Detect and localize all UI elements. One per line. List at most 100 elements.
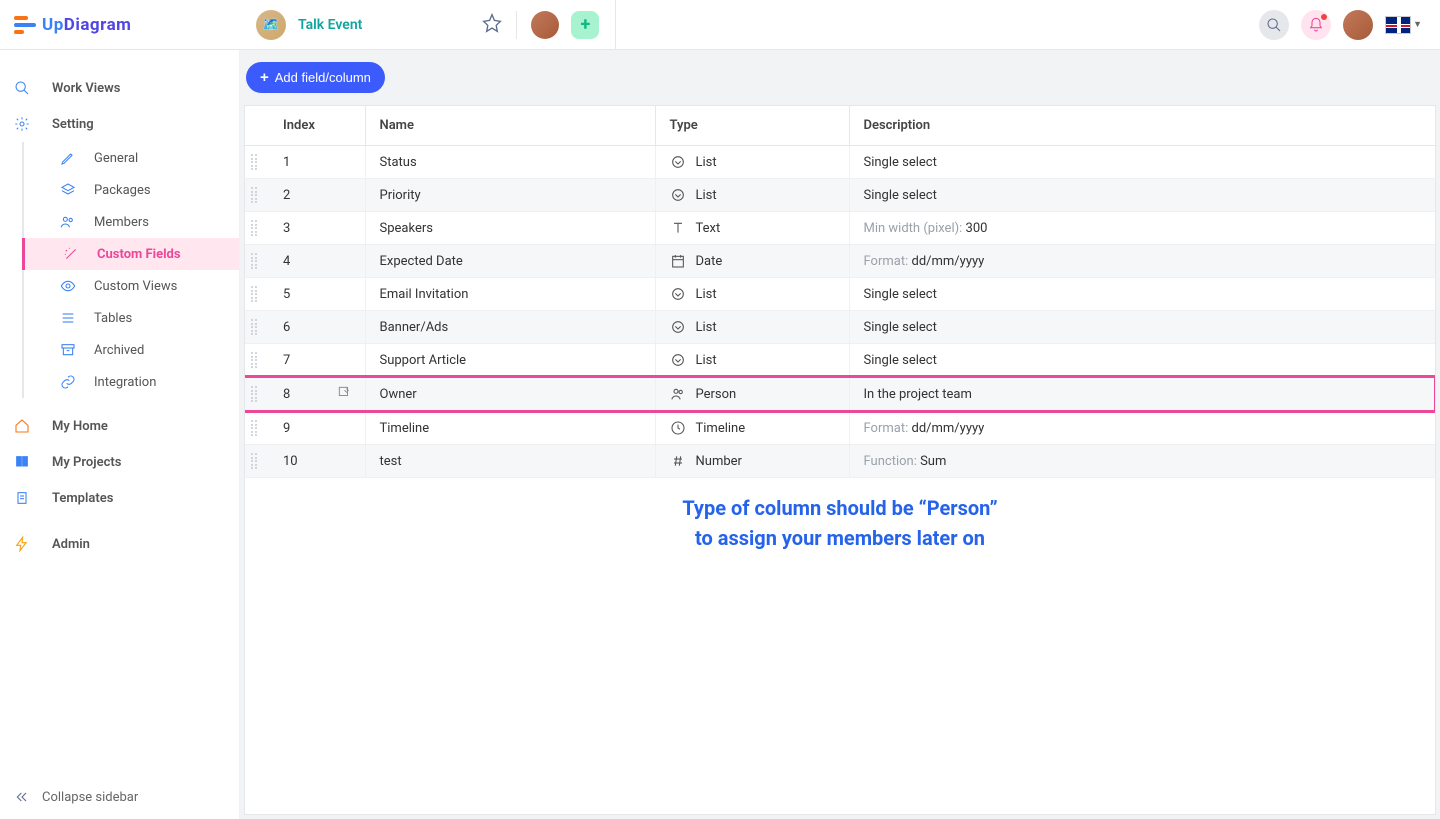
th-name[interactable]: Name [365,106,655,146]
table-row[interactable]: 7Support ArticleListSingle select [245,344,1435,377]
cell-description: Single select [849,278,1435,311]
flag-uk-icon [1385,16,1411,34]
sidebar-item-custom-views[interactable]: Custom Views [24,270,239,302]
cell-description: Format: dd/mm/yyyy [849,412,1435,445]
cell-name: Banner/Ads [365,311,655,344]
sidebar-item-packages[interactable]: Packages [24,174,239,206]
sidebar-item-tables[interactable]: Tables [24,302,239,334]
cell-index: 1 [269,146,365,179]
notification-dot-icon [1321,14,1327,20]
sidebar-label: General [94,151,138,166]
sidebar-item-admin[interactable]: Admin [0,526,239,562]
cell-type: List [655,146,849,179]
drag-handle[interactable] [245,311,269,344]
add-field-label: Add field/column [275,70,371,85]
sidebar-item-myprojects[interactable]: My Projects [0,444,239,480]
sidebar-label: Work Views [52,81,120,96]
project-title[interactable]: Talk Event [298,17,362,33]
logo[interactable]: UpDiagram [0,0,240,49]
sidebar-item-members[interactable]: Members [24,206,239,238]
drag-handle[interactable] [245,146,269,179]
project-avatar[interactable]: 🗺️ [256,10,286,40]
sidebar-label: My Projects [52,455,121,470]
plus-icon: + [260,69,269,86]
drag-handle[interactable] [245,245,269,278]
collapse-sidebar-button[interactable]: Collapse sidebar [0,775,239,819]
sidebar-label: Members [94,215,149,230]
drag-handle[interactable] [245,212,269,245]
table-row[interactable]: 6Banner/AdsListSingle select [245,311,1435,344]
custom-fields-table: Index Name Type Description 1StatusListS… [244,105,1436,815]
drag-handle[interactable] [245,377,269,412]
table-row[interactable]: 3SpeakersTextMin width (pixel): 300 [245,212,1435,245]
cell-index: 7 [269,344,365,377]
sidebar-label: Custom Views [94,279,177,294]
language-switcher[interactable]: ▼ [1385,16,1422,34]
add-member-button[interactable]: + [571,11,599,39]
cell-name: Support Article [365,344,655,377]
cell-description: Min width (pixel): 300 [849,212,1435,245]
annotation-text: Type of column should be “Person” to ass… [245,493,1435,553]
cell-index: 6 [269,311,365,344]
cell-description: Format: dd/mm/yyyy [849,245,1435,278]
cell-index: 9 [269,412,365,445]
drag-handle[interactable] [245,344,269,377]
add-field-button[interactable]: + Add field/column [246,62,385,93]
search-button[interactable] [1259,10,1289,40]
sidebar-item-templates[interactable]: Templates [0,480,239,516]
cell-type: Timeline [655,412,849,445]
gear-icon [14,116,52,132]
cell-type: Date [655,245,849,278]
cell-index: 4 [269,245,365,278]
cell-description: Single select [849,344,1435,377]
number-icon [670,453,686,469]
person-icon [670,386,686,402]
timeline-icon [670,420,686,436]
table-row[interactable]: 5Email InvitationListSingle select [245,278,1435,311]
table-row[interactable]: 9TimelineTimelineFormat: dd/mm/yyyy [245,412,1435,445]
sidebar-item-myhome[interactable]: My Home [0,408,239,444]
table-row[interactable]: 4Expected DateDateFormat: dd/mm/yyyy [245,245,1435,278]
table-icon [60,310,94,326]
sidebar-item-workviews[interactable]: Work Views [0,70,239,106]
th-type[interactable]: Type [655,106,849,146]
sidebar-item-integration[interactable]: Integration [24,366,239,398]
chevron-down-icon: ▼ [1413,19,1422,30]
divider [516,11,517,39]
sidebar-item-general[interactable]: General [24,142,239,174]
user-avatar[interactable] [1343,10,1373,40]
drag-handle[interactable] [245,179,269,212]
th-index[interactable]: Index [269,106,365,146]
bolt-icon [14,536,52,552]
logo-mark-icon [14,16,36,34]
layers-icon [60,182,94,198]
sidebar-item-setting[interactable]: Setting [0,106,239,142]
sidebar-item-archived[interactable]: Archived [24,334,239,366]
text-icon [670,220,686,236]
table-row[interactable]: 2PriorityListSingle select [245,179,1435,212]
cell-type: List [655,179,849,212]
sidebar: Work Views Setting General Packages Memb… [0,50,240,819]
edit-icon[interactable] [337,385,351,403]
table-row[interactable]: 8OwnerPersonIn the project team [245,377,1435,412]
member-avatar[interactable] [531,11,559,39]
table-row[interactable]: 10testNumberFunction: Sum [245,445,1435,478]
sidebar-item-custom-fields[interactable]: Custom Fields [22,238,239,270]
th-desc[interactable]: Description [849,106,1435,146]
cell-description: Single select [849,146,1435,179]
drag-handle[interactable] [245,278,269,311]
toolbar: + Add field/column [240,50,1440,105]
drag-handle[interactable] [245,412,269,445]
cell-name: test [365,445,655,478]
chevrons-left-icon [14,789,42,805]
drag-handle[interactable] [245,445,269,478]
cell-name: Speakers [365,212,655,245]
star-icon[interactable] [482,13,502,37]
cell-name: Email Invitation [365,278,655,311]
list-icon [670,154,686,170]
table-row[interactable]: 1StatusListSingle select [245,146,1435,179]
list-icon [670,319,686,335]
cell-description: Single select [849,311,1435,344]
notifications-button[interactable] [1301,10,1331,40]
cell-name: Expected Date [365,245,655,278]
